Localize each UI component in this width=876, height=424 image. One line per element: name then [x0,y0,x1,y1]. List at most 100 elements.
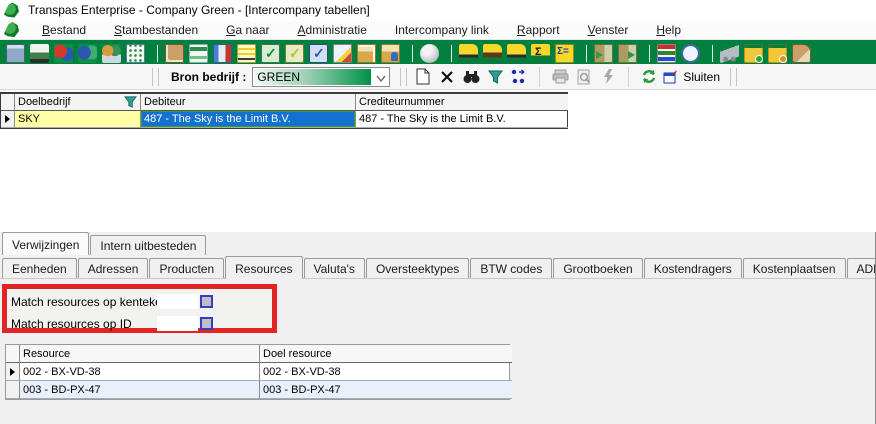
new-record-button[interactable] [411,66,435,88]
find-button[interactable] [459,66,483,88]
memo-icon[interactable] [237,43,256,63]
row-selector[interactable] [6,363,20,381]
tab-btw-codes[interactable]: BTW codes [470,258,553,278]
toolbar-gripper[interactable] [152,67,159,86]
sigma-total-icon[interactable] [555,43,574,63]
coins-remove-icon[interactable] [768,43,787,63]
menu-item-venster[interactable]: Venster [579,21,638,39]
app-logo-icon [4,2,19,18]
tab-eenheden[interactable]: Eenheden [2,258,77,278]
cell[interactable]: SKY [15,111,141,128]
menu-bar: Bestand Stambestanden Ga naar Administratie… [0,20,876,40]
menu-item-ga-naar[interactable]: Ga naar [217,21,278,39]
truck-sigma-icon[interactable] [531,43,550,63]
toolbar-separator [712,44,713,62]
door-out-icon[interactable] [618,43,637,63]
chevron-down-icon[interactable] [376,73,386,83]
users-red-icon[interactable] [54,43,73,63]
toolbar-separator [539,66,541,87]
clipboard-icon[interactable] [165,43,184,63]
tab-adressen[interactable]: Adressen [77,258,149,278]
truck-y3-icon[interactable] [507,43,526,63]
menu-item-rapport[interactable]: Rapport [508,21,569,39]
quick-report-button[interactable] [596,66,620,88]
title-bar: Transpas Enterprise - Company Green - [I… [0,0,876,20]
mdi-client-area: Doelbedrijf Debiteur Crediteurnummer SKY 487… [0,90,876,232]
grid-header-row: Resource Doel resource [6,345,512,363]
link-records-button[interactable] [507,66,531,88]
bron-bedrijf-label: Bron bedrijf : [171,69,247,84]
clock-icon[interactable] [681,43,700,63]
toolbar-gripper[interactable] [400,67,408,86]
company-building-icon[interactable] [6,43,25,63]
truck-y1-icon[interactable] [459,43,478,63]
check-yellow-icon[interactable] [285,43,304,63]
tab-producten[interactable]: Producten [149,258,225,278]
cell[interactable]: 487 - The Sky is the Limit B.V. [141,111,356,128]
table-row[interactable]: SKY 487 - The Sky is the Limit B.V. 487 - … [1,111,568,128]
menu-item-help[interactable]: Help [647,21,690,39]
wallet-icon[interactable] [792,43,811,63]
cell[interactable]: 003 - BD-PX-47 [260,381,512,399]
planning-grid-icon[interactable] [126,43,145,63]
toolbar-separator [412,44,413,62]
filter-funnel-icon[interactable] [124,96,137,108]
sluiten-button[interactable]: Sluiten [661,68,726,86]
delete-record-button[interactable] [435,66,459,88]
menu-item-bestand[interactable]: Bestand [33,21,95,39]
column-header-crediteurnummer[interactable]: Crediteurnummer [356,94,568,111]
print-button[interactable] [548,66,572,88]
ball-gray-icon[interactable] [420,43,439,63]
tab-grootboeken[interactable]: Grootboeken [553,258,643,278]
workflow-icon[interactable] [189,43,208,63]
match-id-checkbox[interactable] [200,317,213,330]
column-header-debiteur[interactable]: Debiteur [141,94,356,111]
column-header-doel-resource[interactable]: Doel resource [260,345,512,363]
print-preview-button[interactable] [572,66,596,88]
tab-resources[interactable]: Resources [225,256,303,279]
rate-grid-icon[interactable] [213,43,232,63]
refresh-button[interactable] [637,66,661,88]
tab-valuta-s[interactable]: Valuta's [303,258,365,278]
coins-add-icon[interactable] [744,43,763,63]
toolbar-gripper[interactable] [730,67,738,86]
cell[interactable]: 003 - BD-PX-47 [20,381,260,399]
tab-adr-klasses[interactable]: ADR klasses [846,258,875,278]
door-in-icon[interactable] [594,43,613,63]
check-blue-icon[interactable] [309,43,328,63]
tab-intern-uitbesteden[interactable]: Intern uitbesteden [90,235,207,255]
folder-docs-icon[interactable] [357,43,376,63]
tab-oversteektypes[interactable]: Oversteektypes [365,258,470,278]
row-selector[interactable] [1,111,15,128]
match-id-field[interactable] [157,316,198,331]
legend-list-icon[interactable] [657,43,676,63]
folder-person-icon[interactable] [381,43,400,63]
cart-gray-icon[interactable] [720,43,739,63]
tab-verwijzingen[interactable]: Verwijzingen [2,232,90,255]
tab-kostenplaatsen[interactable]: Kostenplaatsen [742,258,846,278]
energy-icon[interactable] [333,43,352,63]
tab-kostendragers[interactable]: Kostendragers [643,258,742,278]
menu-item-administratie[interactable]: Administratie [289,21,376,39]
menu-item-stambestanden[interactable]: Stambestanden [105,21,207,39]
cell[interactable]: 002 - BX-VD-38 [20,363,260,381]
users-blue-icon[interactable] [78,43,97,63]
menu-item-intercompany-link[interactable]: Intercompany link [386,21,498,39]
check-green-icon[interactable] [261,43,280,63]
table-row[interactable]: 003 - BD-PX-47 003 - BD-PX-47 [6,381,512,399]
mdi-child-icon[interactable] [4,22,19,37]
column-header-doelbedrijf[interactable]: Doelbedrijf [15,94,141,111]
match-kenteken-checkbox[interactable] [200,295,213,308]
table-row[interactable]: 002 - BX-VD-38 002 - BX-VD-38 [6,363,512,381]
cell[interactable]: 487 - The Sky is the Limit B.V. [356,111,568,128]
bron-bedrijf-combobox[interactable]: GREEN [252,66,391,87]
row-selector[interactable] [6,381,20,399]
column-header-resource[interactable]: Resource [20,345,260,363]
sluiten-button-label: Sluiten [683,69,721,84]
truck-icon[interactable] [30,43,49,63]
team-laptop-icon[interactable] [102,43,121,63]
truck-y2-icon[interactable] [483,43,502,63]
match-kenteken-field[interactable] [157,294,198,309]
filter-button[interactable] [483,66,507,88]
cell[interactable]: 002 - BX-VD-38 [260,363,512,381]
